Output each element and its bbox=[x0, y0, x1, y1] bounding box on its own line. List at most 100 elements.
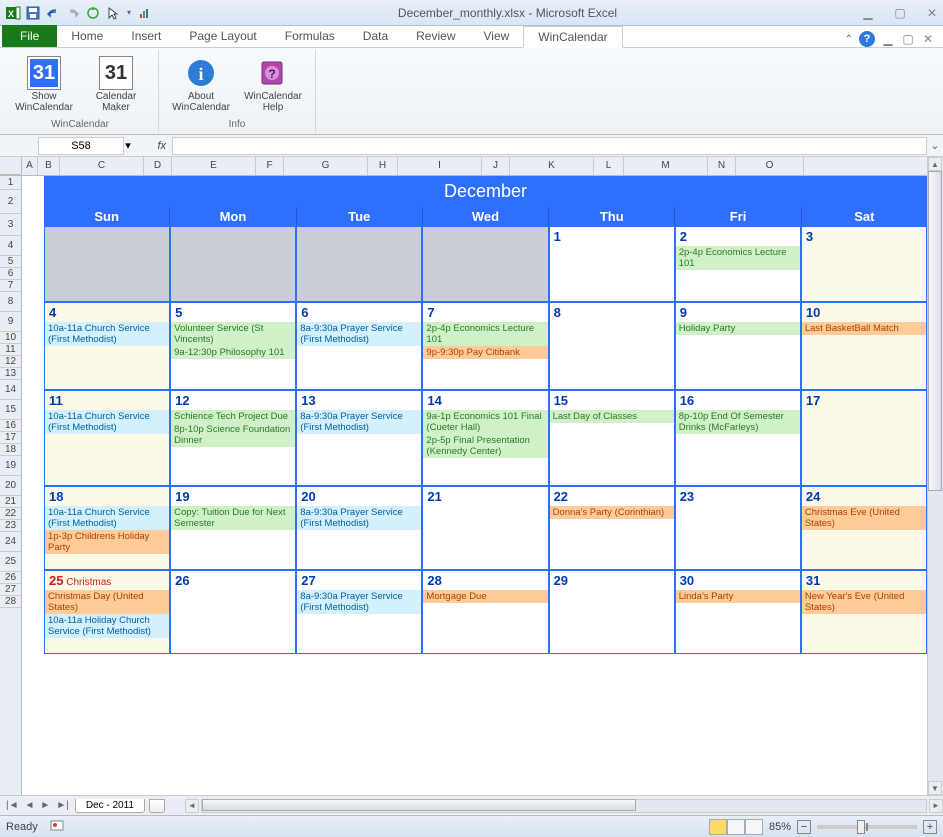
sheet-prev-icon[interactable]: ◄ bbox=[23, 800, 37, 811]
calendar-event[interactable]: 10a-11a Holiday Church Service (First Me… bbox=[45, 614, 169, 638]
row-header-27[interactable]: 27 bbox=[0, 584, 21, 596]
calendar-event[interactable]: Donna's Party (Corinthian) bbox=[550, 506, 674, 519]
calendar-event[interactable]: 8a-9:30a Prayer Service (First Methodist… bbox=[297, 322, 421, 346]
calendar-cell[interactable]: 30Linda's Party bbox=[675, 570, 801, 654]
col-header-O[interactable]: O bbox=[736, 157, 804, 175]
row-header-10[interactable]: 10 bbox=[0, 332, 21, 344]
col-header-A[interactable]: A bbox=[22, 157, 38, 175]
calendar-event[interactable]: 9p-9:30p Pay Citibank bbox=[423, 346, 547, 359]
calendar-event[interactable]: Schience Tech Project Due bbox=[171, 410, 295, 423]
col-header-B[interactable]: B bbox=[38, 157, 60, 175]
row-header-15[interactable]: 15 bbox=[0, 400, 21, 420]
select-all-corner[interactable] bbox=[0, 157, 22, 175]
row-header-3[interactable]: 3 bbox=[0, 214, 21, 236]
calendar-cell[interactable]: 28Mortgage Due bbox=[422, 570, 548, 654]
calendar-event[interactable]: 8a-9:30a Prayer Service (First Methodist… bbox=[297, 590, 421, 614]
vertical-scrollbar[interactable]: ▲ ▼ bbox=[927, 157, 943, 795]
calendar-cell[interactable]: 17 bbox=[801, 390, 927, 486]
calendar-cell[interactable]: 1 bbox=[549, 226, 675, 302]
calendar-cell[interactable]: 149a-1p Economics 101 Final (Cueter Hall… bbox=[422, 390, 548, 486]
chart-icon[interactable] bbox=[136, 4, 154, 22]
row-header-2[interactable]: 2 bbox=[0, 190, 21, 214]
calendar-cell[interactable]: 25 ChristmasChristmas Day (United States… bbox=[44, 570, 170, 654]
row-header-26[interactable]: 26 bbox=[0, 572, 21, 584]
ribbon-collapse-icon[interactable]: ⌃ bbox=[845, 34, 853, 45]
row-header-12[interactable]: 12 bbox=[0, 356, 21, 368]
sheet-last-icon[interactable]: ►| bbox=[54, 800, 71, 811]
calendar-cell[interactable]: 26 bbox=[170, 570, 296, 654]
col-header-L[interactable]: L bbox=[594, 157, 624, 175]
row-header-19[interactable]: 19 bbox=[0, 456, 21, 476]
row-header-5[interactable]: 5 bbox=[0, 256, 21, 268]
undo-icon[interactable] bbox=[44, 4, 62, 22]
row-header-8[interactable]: 8 bbox=[0, 292, 21, 312]
row-header-18[interactable]: 18 bbox=[0, 444, 21, 456]
calendar-cell[interactable]: 138a-9:30a Prayer Service (First Methodi… bbox=[296, 390, 422, 486]
calendar-cell[interactable]: 21 bbox=[422, 486, 548, 570]
row-header-9[interactable]: 9 bbox=[0, 312, 21, 332]
tab-view[interactable]: View bbox=[470, 25, 524, 47]
horizontal-scrollbar[interactable]: ◄ ► bbox=[185, 799, 943, 813]
row-header-28[interactable]: 28 bbox=[0, 596, 21, 608]
col-header-E[interactable]: E bbox=[172, 157, 256, 175]
calendar-maker-button[interactable]: 31 Calendar Maker bbox=[82, 52, 150, 118]
row-header-1[interactable]: 1 bbox=[0, 176, 21, 190]
scroll-down-icon[interactable]: ▼ bbox=[928, 781, 942, 795]
calendar-cell[interactable] bbox=[296, 226, 422, 302]
calendar-event[interactable]: 2p-4p Economics Lecture 101 bbox=[423, 322, 547, 346]
page-break-view-button[interactable] bbox=[745, 819, 763, 835]
scroll-right-icon[interactable]: ► bbox=[929, 799, 943, 813]
normal-view-button[interactable] bbox=[709, 819, 727, 835]
tab-wincalendar[interactable]: WinCalendar bbox=[523, 26, 622, 48]
row-header-7[interactable]: 7 bbox=[0, 280, 21, 292]
macro-record-icon[interactable] bbox=[50, 818, 64, 835]
new-sheet-button[interactable] bbox=[149, 799, 165, 813]
workbook-restore-icon[interactable]: ▢ bbox=[901, 32, 915, 46]
tab-insert[interactable]: Insert bbox=[117, 25, 175, 47]
col-header-I[interactable]: I bbox=[398, 157, 482, 175]
calendar-event[interactable]: 8a-9:30a Prayer Service (First Methodist… bbox=[297, 506, 421, 530]
calendar-event[interactable]: 2p-4p Economics Lecture 101 bbox=[676, 246, 800, 270]
calendar-event[interactable]: Linda's Party bbox=[676, 590, 800, 603]
scroll-left-icon[interactable]: ◄ bbox=[185, 799, 199, 813]
tab-file[interactable]: File bbox=[2, 25, 57, 47]
sheet-next-icon[interactable]: ► bbox=[38, 800, 52, 811]
calendar-event[interactable]: Copy: Tuition Due for Next Semester bbox=[171, 506, 295, 530]
cursor-icon[interactable] bbox=[104, 4, 122, 22]
calendar-cell[interactable]: 1810a-11a Church Service (First Methodis… bbox=[44, 486, 170, 570]
row-header-16[interactable]: 16 bbox=[0, 420, 21, 432]
excel-icon[interactable]: X bbox=[4, 4, 22, 22]
calendar-event[interactable]: Last BasketBall Match bbox=[802, 322, 926, 335]
save-icon[interactable] bbox=[24, 4, 42, 22]
calendar-cell[interactable]: 1110a-11a Church Service (First Methodis… bbox=[44, 390, 170, 486]
row-header-22[interactable]: 22 bbox=[0, 508, 21, 520]
zoom-percent[interactable]: 85% bbox=[769, 821, 791, 833]
calendar-event[interactable]: 10a-11a Church Service (First Methodist) bbox=[45, 506, 169, 530]
qat-dropdown-icon[interactable]: ▾ bbox=[124, 4, 134, 22]
calendar-event[interactable]: New Year's Eve (United States) bbox=[802, 590, 926, 614]
calendar-cell[interactable]: 168p-10p End Of Semester Drinks (McFarle… bbox=[675, 390, 801, 486]
tab-review[interactable]: Review bbox=[402, 25, 469, 47]
tab-home[interactable]: Home bbox=[57, 25, 117, 47]
name-box[interactable] bbox=[38, 137, 124, 155]
calendar-cell[interactable]: 29 bbox=[549, 570, 675, 654]
page-layout-view-button[interactable] bbox=[727, 819, 745, 835]
calendar-cell[interactable]: 9Holiday Party bbox=[675, 302, 801, 390]
sheet-first-icon[interactable]: |◄ bbox=[4, 800, 21, 811]
scroll-up-icon[interactable]: ▲ bbox=[928, 157, 942, 171]
hscroll-thumb[interactable] bbox=[202, 799, 636, 811]
calendar-event[interactable]: 9a-12:30p Philosophy 101 bbox=[171, 346, 295, 359]
col-header-D[interactable]: D bbox=[144, 157, 172, 175]
row-header-11[interactable]: 11 bbox=[0, 344, 21, 356]
workbook-minimize-icon[interactable]: ▁ bbox=[881, 32, 895, 46]
row-header-14[interactable]: 14 bbox=[0, 380, 21, 400]
calendar-event[interactable]: 1p-3p Childrens Holiday Party bbox=[45, 530, 169, 554]
workbook-close-icon[interactable]: ✕ bbox=[921, 32, 935, 46]
cells-area[interactable]: December SunMonTueWedThuFriSat 122p-4p E… bbox=[22, 176, 927, 795]
redo-icon[interactable] bbox=[64, 4, 82, 22]
tab-formulas[interactable]: Formulas bbox=[271, 25, 349, 47]
calendar-cell[interactable]: 8 bbox=[549, 302, 675, 390]
col-header-N[interactable]: N bbox=[708, 157, 736, 175]
namebox-dropdown-icon[interactable]: ▾ bbox=[124, 139, 132, 152]
calendar-cell[interactable]: 31New Year's Eve (United States) bbox=[801, 570, 927, 654]
